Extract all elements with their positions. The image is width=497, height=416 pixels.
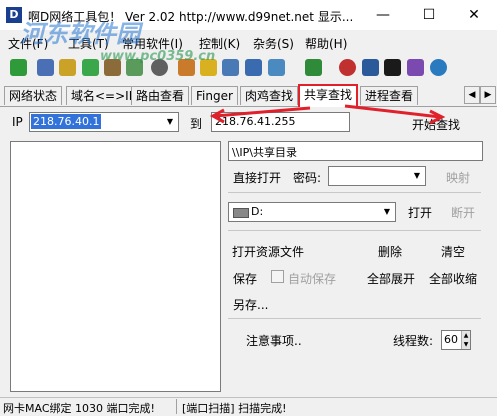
auto-save-checkbox[interactable] (271, 270, 284, 283)
share-path-value: \\IP\共享目录 (232, 146, 297, 159)
status-bar: 网卡MAC绑定 1030 端口完成! [端口扫描] 扫描完成! (0, 397, 497, 416)
threads-label: 线程数: (393, 334, 434, 348)
share-path-field[interactable]: \\IP\共享目录 (228, 141, 483, 161)
clear-button[interactable]: 清空 (441, 243, 465, 260)
drive-icon (233, 208, 249, 218)
chevron-down-icon[interactable]: ▼ (379, 203, 395, 221)
share-results-tree[interactable] (10, 141, 221, 392)
drive-value: D: (251, 205, 264, 218)
spinner-arrows-icon[interactable]: ▲ ▼ (461, 331, 470, 349)
arrow-right-annotation (344, 104, 441, 119)
threads-value: 60 (444, 333, 458, 346)
password-label: 密码: (293, 171, 322, 185)
disconnect-button[interactable]: 断开 (451, 204, 475, 221)
chevron-down-icon[interactable]: ▼ (409, 167, 425, 185)
status-divider (176, 399, 177, 414)
arrow-left-annotation (214, 106, 311, 118)
open-explorer-button[interactable]: 打开资源文件 (232, 243, 304, 260)
open-button[interactable]: 打开 (408, 204, 432, 221)
drive-combo[interactable]: D: ▼ (228, 202, 396, 222)
password-combo[interactable]: ▼ (328, 166, 426, 186)
save-button[interactable]: 保存 (233, 270, 257, 287)
threads-spinner[interactable]: 60 ▲ ▼ (441, 330, 471, 350)
status-right: [端口扫描] 扫描完成! (182, 402, 287, 415)
divider (228, 230, 481, 231)
expand-all-button[interactable]: 全部展开 (367, 270, 415, 287)
auto-save-label: 自动保存 (288, 272, 337, 286)
map-button[interactable]: 映射 (446, 169, 470, 186)
divider (228, 318, 481, 319)
status-left: 网卡MAC绑定 1030 端口完成! (3, 402, 155, 415)
save-as-button[interactable]: 另存... (233, 296, 268, 313)
divider (228, 192, 481, 193)
collapse-all-button[interactable]: 全部收缩 (429, 270, 477, 287)
delete-button[interactable]: 删除 (378, 243, 402, 260)
notes-button[interactable]: 注意事项.. (246, 332, 302, 349)
direct-open-button[interactable]: 直接打开 (233, 169, 281, 186)
